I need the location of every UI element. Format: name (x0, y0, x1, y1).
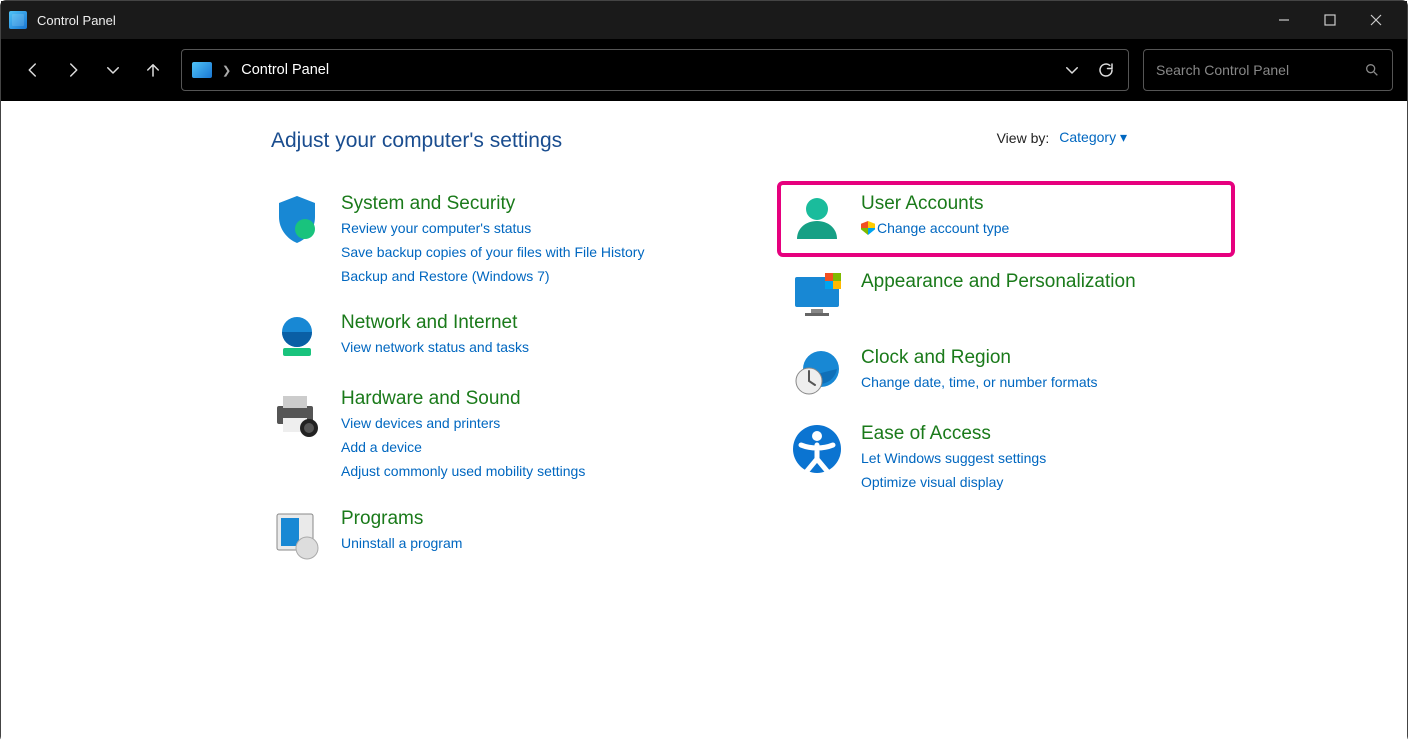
ease-of-access-title[interactable]: Ease of Access (861, 423, 1046, 445)
link-review-status[interactable]: Review your computer's status (341, 217, 644, 241)
up-button[interactable] (135, 52, 171, 88)
category-network-internet: Network and Internet View network status… (271, 312, 701, 364)
category-ease-of-access: Ease of Access Let Windows suggest setti… (791, 423, 1221, 495)
link-change-date-time[interactable]: Change date, time, or number formats (861, 371, 1098, 395)
view-by-selector[interactable]: View by: Category ▾ (997, 129, 1127, 146)
monitor-appearance-icon[interactable] (791, 271, 843, 323)
network-internet-title[interactable]: Network and Internet (341, 312, 529, 334)
category-hardware-sound: Hardware and Sound View devices and prin… (271, 388, 701, 483)
search-input[interactable] (1156, 62, 1354, 78)
link-mobility-settings[interactable]: Adjust commonly used mobility settings (341, 460, 585, 484)
link-optimize-visual[interactable]: Optimize visual display (861, 471, 1046, 495)
address-bar[interactable]: ❯ Control Panel (181, 49, 1129, 91)
control-panel-app-icon (9, 11, 27, 29)
system-security-title[interactable]: System and Security (341, 193, 644, 215)
link-backup-restore[interactable]: Backup and Restore (Windows 7) (341, 265, 644, 289)
category-programs: Programs Uninstall a program (271, 508, 701, 560)
programs-icon[interactable] (271, 508, 323, 560)
link-network-status[interactable]: View network status and tasks (341, 336, 529, 360)
link-add-device[interactable]: Add a device (341, 436, 585, 460)
link-change-account-type[interactable]: Change account type (861, 217, 1009, 241)
window-title: Control Panel (37, 13, 116, 28)
forward-button[interactable] (55, 52, 91, 88)
link-uninstall-program[interactable]: Uninstall a program (341, 532, 462, 556)
address-history-button[interactable] (1060, 52, 1084, 88)
link-change-account-type-text: Change account type (877, 220, 1009, 236)
category-system-security: System and Security Review your computer… (271, 193, 701, 288)
recent-locations-button[interactable] (95, 52, 131, 88)
navigation-toolbar: ❯ Control Panel (1, 39, 1407, 101)
breadcrumb-chevron-icon[interactable]: ❯ (222, 64, 231, 77)
content-area: Adjust your computer's settings View by:… (1, 101, 1407, 743)
clock-globe-icon[interactable] (791, 347, 843, 399)
control-panel-breadcrumb-icon (192, 62, 212, 78)
titlebar: Control Panel (1, 1, 1407, 39)
category-appearance-personalization: Appearance and Personalization (791, 271, 1221, 323)
category-clock-region: Clock and Region Change date, time, or n… (791, 347, 1221, 399)
appearance-personalization-title[interactable]: Appearance and Personalization (861, 271, 1136, 293)
link-suggest-settings[interactable]: Let Windows suggest settings (861, 447, 1046, 471)
hardware-sound-title[interactable]: Hardware and Sound (341, 388, 585, 410)
breadcrumb-location[interactable]: Control Panel (241, 62, 329, 78)
clock-region-title[interactable]: Clock and Region (861, 347, 1098, 369)
minimize-button[interactable] (1261, 1, 1307, 39)
uac-shield-icon (861, 221, 875, 235)
globe-network-icon[interactable] (271, 312, 323, 364)
left-column: System and Security Review your computer… (271, 193, 701, 584)
close-button[interactable] (1353, 1, 1399, 39)
page-heading: Adjust your computer's settings (271, 129, 1367, 153)
maximize-button[interactable] (1307, 1, 1353, 39)
programs-title[interactable]: Programs (341, 508, 462, 530)
user-accounts-icon[interactable] (791, 193, 843, 245)
view-by-value[interactable]: Category ▾ (1059, 129, 1127, 146)
printer-hardware-icon[interactable] (271, 388, 323, 440)
search-box[interactable] (1143, 49, 1393, 91)
shield-security-icon[interactable] (271, 193, 323, 245)
category-user-accounts: User Accounts Change account type (777, 181, 1235, 257)
link-devices-printers[interactable]: View devices and printers (341, 412, 585, 436)
accessibility-icon[interactable] (791, 423, 843, 475)
back-button[interactable] (15, 52, 51, 88)
right-column: User Accounts Change account type Appear… (791, 193, 1221, 584)
refresh-button[interactable] (1094, 52, 1118, 88)
link-file-history[interactable]: Save backup copies of your files with Fi… (341, 241, 644, 265)
user-accounts-title[interactable]: User Accounts (861, 193, 1009, 215)
view-by-label: View by: (997, 130, 1050, 146)
search-icon (1364, 62, 1380, 78)
